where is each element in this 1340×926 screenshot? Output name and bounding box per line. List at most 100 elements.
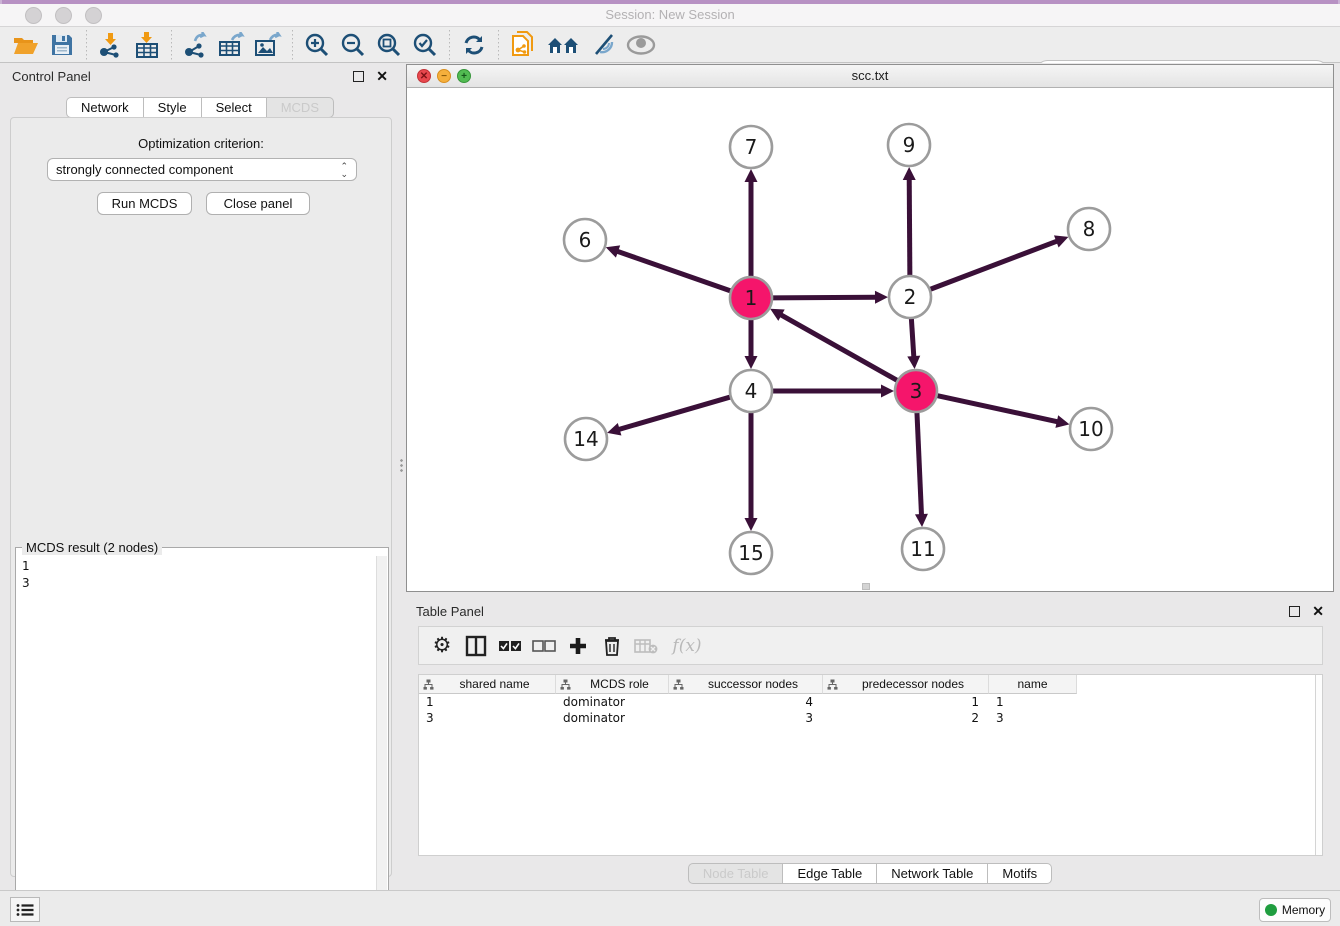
zoom-in-button[interactable] xyxy=(302,30,332,60)
close-panel-button[interactable]: Close panel xyxy=(206,192,310,215)
edge-2-9[interactable] xyxy=(909,179,910,278)
column-header-MCDS-role[interactable]: MCDS role xyxy=(556,675,669,694)
edge-1-2[interactable] xyxy=(770,297,876,298)
deselect-all-button[interactable] xyxy=(529,631,559,661)
zoom-window-button[interactable] xyxy=(85,7,102,24)
save-session-button[interactable] xyxy=(47,30,77,60)
minimize-view-button[interactable]: − xyxy=(437,69,451,83)
mcds-result-text[interactable]: 1 3 xyxy=(18,558,30,592)
column-header-name[interactable]: name xyxy=(989,675,1077,694)
arrowhead-icon xyxy=(745,356,758,369)
table-scrollbar[interactable] xyxy=(1315,675,1322,855)
column-visibility-button[interactable] xyxy=(461,631,491,661)
arrowhead-icon xyxy=(881,385,894,398)
toolbar-separator xyxy=(86,30,87,60)
close-panel-icon[interactable]: ✕ xyxy=(376,71,388,82)
arrowhead-icon xyxy=(915,514,928,527)
node-table[interactable]: shared nameMCDS rolesuccessor nodes prede… xyxy=(418,674,1323,856)
float-table-panel-icon[interactable] xyxy=(1289,606,1300,617)
tab-network[interactable]: Network xyxy=(66,97,144,118)
table-tab-node-table[interactable]: Node Table xyxy=(688,863,784,884)
export-network-button[interactable] xyxy=(181,30,211,60)
delete-column-button[interactable] xyxy=(597,631,627,661)
criterion-value: strongly connected component xyxy=(56,162,340,177)
result-scrollbar[interactable] xyxy=(376,556,387,924)
graphics-details-button[interactable] xyxy=(590,30,620,60)
table-tab-network-table[interactable]: Network Table xyxy=(877,863,988,884)
cell-predecessor-nodes[interactable]: 2 xyxy=(823,710,989,726)
table-settings-button[interactable]: ⚙ xyxy=(427,631,457,661)
close-view-button[interactable]: ✕ xyxy=(417,69,431,83)
arrowhead-icon xyxy=(745,169,758,182)
cell-shared-name[interactable]: 3 xyxy=(419,710,556,726)
cell-successor-nodes[interactable]: 4 xyxy=(669,694,823,710)
arrowhead-icon xyxy=(875,291,888,304)
export-table-button[interactable] xyxy=(217,30,247,60)
edge-1-6[interactable] xyxy=(617,251,733,292)
import-network-button[interactable] xyxy=(96,30,126,60)
table-panel: Table Panel ✕ ⚙ xyxy=(406,598,1334,890)
table-tab-edge-table[interactable]: Edge Table xyxy=(783,863,877,884)
minimize-window-button[interactable] xyxy=(55,7,72,24)
edge-3-11[interactable] xyxy=(917,410,922,515)
zoom-in-icon xyxy=(304,32,330,58)
cell-name[interactable]: 1 xyxy=(989,694,1077,710)
cell-MCDS-role[interactable]: dominator xyxy=(556,710,669,726)
edge-3-10[interactable] xyxy=(935,395,1058,422)
network-from-file-button[interactable] xyxy=(508,30,538,60)
control-panel: Control Panel ✕ NetworkStyleSelectMCDS O… xyxy=(2,63,398,890)
open-session-button[interactable] xyxy=(11,30,41,60)
table-row[interactable]: 3dominator323 xyxy=(419,710,1322,726)
column-label: predecessor nodes xyxy=(838,677,988,691)
close-window-button[interactable] xyxy=(25,7,42,24)
table-row[interactable]: 1dominator411 xyxy=(419,694,1322,710)
network-view-window: ✕ − + scc.txt 7968124314101511 xyxy=(406,64,1334,592)
zoom-selected-button[interactable] xyxy=(410,30,440,60)
maximize-view-button[interactable]: + xyxy=(457,69,471,83)
tab-mcds[interactable]: MCDS xyxy=(267,97,334,118)
cell-MCDS-role[interactable]: dominator xyxy=(556,694,669,710)
cell-shared-name[interactable]: 1 xyxy=(419,694,556,710)
graphics-details-icon xyxy=(592,33,618,57)
import-table-button[interactable] xyxy=(132,30,162,60)
columns-icon xyxy=(465,635,487,657)
add-column-button[interactable] xyxy=(563,631,593,661)
run-mcds-button[interactable]: Run MCDS xyxy=(97,192,192,215)
zoom-out-button[interactable] xyxy=(338,30,368,60)
zoom-fit-button[interactable] xyxy=(374,30,404,60)
optimization-criterion-label: Optimization criterion: xyxy=(11,136,391,151)
column-label: name xyxy=(989,677,1076,691)
node-label-2: 2 xyxy=(904,285,917,309)
hierarchy-icon xyxy=(673,679,684,690)
edge-2-3[interactable] xyxy=(911,316,914,357)
column-header-successor-nodes[interactable]: successor nodes xyxy=(669,675,823,694)
criterion-dropdown[interactable]: strongly connected component ⌃⌄ xyxy=(47,158,357,181)
column-header-predecessor-nodes[interactable]: predecessor nodes xyxy=(823,675,989,694)
float-panel-icon[interactable] xyxy=(353,71,364,82)
cell-successor-nodes[interactable]: 3 xyxy=(669,710,823,726)
tab-style[interactable]: Style xyxy=(144,97,202,118)
canvas-scrollbar-thumb[interactable] xyxy=(862,583,870,590)
panel-splitter[interactable] xyxy=(398,63,406,890)
arrowhead-icon xyxy=(907,356,920,369)
network-canvas[interactable]: 7968124314101511 xyxy=(407,89,1333,591)
table-tab-motifs[interactable]: Motifs xyxy=(988,863,1052,884)
tab-select[interactable]: Select xyxy=(202,97,267,118)
node-label-15: 15 xyxy=(738,541,763,565)
refresh-view-button[interactable] xyxy=(459,30,489,60)
neighbors-button[interactable] xyxy=(544,30,584,60)
task-history-button[interactable] xyxy=(10,897,40,922)
edge-2-8[interactable] xyxy=(928,241,1057,290)
export-image-button[interactable] xyxy=(253,30,283,60)
select-all-button[interactable] xyxy=(495,631,525,661)
table-header-row: shared nameMCDS rolesuccessor nodes prede… xyxy=(419,675,1322,694)
cell-name[interactable]: 3 xyxy=(989,710,1077,726)
show-hide-button[interactable] xyxy=(626,30,656,60)
memory-button[interactable]: Memory xyxy=(1259,898,1331,922)
close-table-panel-icon[interactable]: ✕ xyxy=(1312,606,1324,617)
edge-3-1[interactable] xyxy=(781,315,900,382)
edge-4-14[interactable] xyxy=(619,396,733,429)
cell-predecessor-nodes[interactable]: 1 xyxy=(823,694,989,710)
homes-icon xyxy=(546,34,582,56)
column-header-shared-name[interactable]: shared name xyxy=(419,675,556,694)
